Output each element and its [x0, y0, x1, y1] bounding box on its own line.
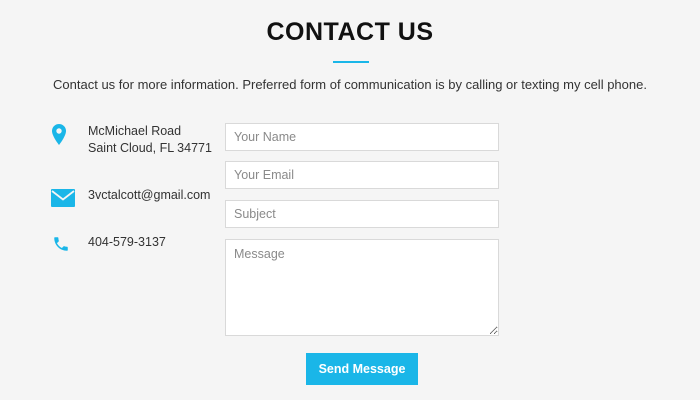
address-block: McMichael Road Saint Cloud, FL 34771	[88, 123, 212, 157]
map-marker-icon	[50, 123, 68, 145]
phone-icon	[51, 234, 71, 254]
phone-number: 404-579-3137	[88, 235, 166, 249]
address-line-2: Saint Cloud, FL 34771	[88, 141, 212, 155]
message-textarea[interactable]	[225, 239, 499, 336]
subject-input[interactable]	[225, 200, 499, 228]
address-line-1: McMichael Road	[88, 124, 182, 138]
name-input[interactable]	[225, 123, 499, 151]
email-input[interactable]	[225, 161, 499, 189]
page-subtitle: Contact us for more information. Preferr…	[53, 77, 647, 92]
send-message-button[interactable]: Send Message	[306, 353, 418, 385]
page-title: CONTACT US	[266, 18, 434, 46]
envelope-icon	[51, 188, 75, 208]
email-address: 3vctalcott@gmail.com	[88, 188, 211, 202]
title-divider	[333, 61, 369, 63]
